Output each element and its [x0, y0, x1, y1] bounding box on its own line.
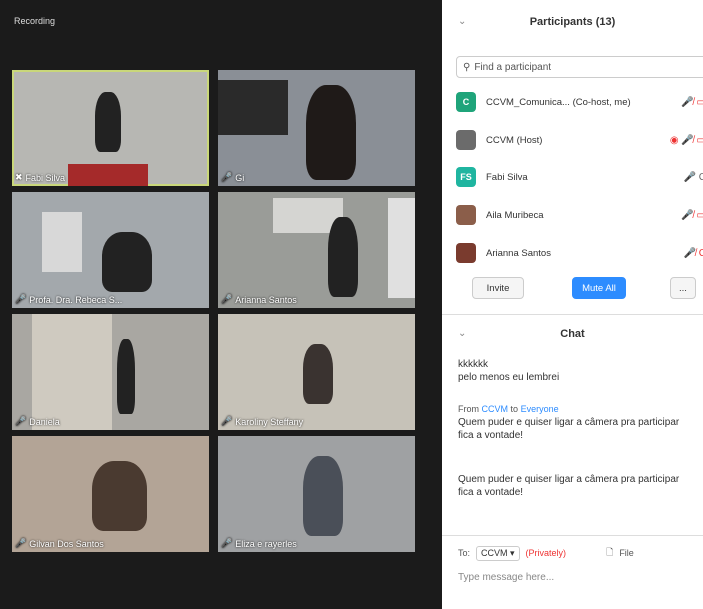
video-gallery: Recording ✖ Fabi Silva 🎤 Gi 🎤 Profa. Dra. R… [0, 0, 442, 609]
video-tile[interactable]: ✖ Fabi Silva [12, 70, 209, 186]
video-tile[interactable]: 🎤 Gilvan Dos Santos [12, 436, 209, 552]
mic-muted-icon[interactable]: ◉ 🎤̸ ▭ [670, 135, 703, 146]
person-silhouette [306, 85, 356, 180]
chat-message: Quem puder e quiser ligar a câmera pra p… [458, 474, 680, 498]
window [42, 212, 82, 272]
invite-button[interactable]: Invite [472, 277, 524, 299]
participant-row[interactable]: FS Fabi Silva 🎤 C [456, 165, 703, 189]
person-silhouette [95, 92, 121, 152]
tv-screen [218, 80, 288, 135]
search-input[interactable]: ⚲ Find a participant [456, 56, 703, 78]
participant-name: Gi [235, 172, 245, 183]
recording-indicator: Recording [14, 16, 56, 26]
person-silhouette [328, 217, 358, 297]
person-silhouette [102, 232, 152, 292]
mic-muted-icon: 🎤 [221, 172, 233, 182]
more-button[interactable]: ... [670, 277, 696, 299]
participants-header: ⌄ Participants (13) [442, 10, 703, 38]
mic-muted-icon: 🎤 [221, 538, 233, 548]
door [388, 198, 415, 298]
mic-muted-icon[interactable]: 🎤̸ ▭ [681, 210, 703, 221]
participant-name: Profa. Dra. Rebeca S... [29, 294, 123, 305]
mic-muted-icon[interactable]: 🎤̸ ▭ [681, 97, 703, 108]
file-icon[interactable]: 🗋 [606, 545, 613, 561]
mic-icon[interactable]: 🎤 C [684, 172, 703, 183]
video-tile[interactable]: 🎤 Daniela [12, 314, 209, 430]
chat-footer: To: CCVM ▾ (Privately) 🗋 File [458, 545, 703, 561]
person-silhouette [92, 461, 147, 531]
avatar: FS [456, 167, 476, 187]
participant-name: Karoliny Steffany [235, 416, 304, 427]
participant-row[interactable]: CCVM (Host) ◉ 🎤̸ ▭ [456, 128, 703, 152]
search-icon: ⚲ [463, 61, 471, 73]
avatar [456, 243, 476, 263]
participant-row[interactable]: C CCVM_Comunica... (Co-host, me) 🎤̸ ▭ [456, 90, 703, 114]
video-tile[interactable]: 🎤 Arianna Santos [218, 192, 415, 308]
video-tile[interactable]: 🎤 Profa. Dra. Rebeca S... [12, 192, 209, 308]
person-silhouette [303, 344, 333, 404]
mic-muted-icon: 🎤 [221, 294, 233, 304]
participant-name: Gilvan Dos Santos [29, 538, 104, 549]
participant-name: Eliza e rayerles [235, 538, 297, 549]
video-tile[interactable]: 🎤 Gi [218, 70, 415, 186]
participant-actions: Invite Mute All ... [442, 277, 703, 299]
mic-muted-icon: 🎤 [221, 416, 233, 426]
avatar: C [456, 92, 476, 112]
chat-message: From CCVM to Everyone Quem puder e quise… [458, 404, 680, 441]
person-silhouette [117, 339, 135, 414]
divider [442, 314, 703, 315]
mute-all-button[interactable]: Mute All [572, 277, 626, 299]
person-silhouette [303, 456, 343, 536]
mic-muted-icon: 🎤 [15, 294, 27, 304]
recipient-select[interactable]: CCVM ▾ [476, 545, 520, 561]
participant-name: Fabi Silva [25, 172, 66, 183]
participants-title: Participants (13) [529, 16, 616, 28]
mic-muted-icon: 🎤 [15, 538, 27, 548]
file-button[interactable]: File [619, 548, 634, 558]
mic-muted-icon: 🎤 [15, 416, 27, 426]
divider [442, 535, 703, 536]
mic-muted-icon[interactable]: 🎤̸ C [684, 248, 703, 259]
participant-row[interactable]: Arianna Santos 🎤̸ C [456, 241, 703, 265]
floor-mat [68, 164, 148, 186]
mic-muted-icon: ✖ [15, 172, 23, 182]
wall [32, 314, 112, 430]
avatar [456, 130, 476, 150]
side-panel: ⌄ Participants (13) ⚲ Find a participant… [442, 0, 703, 609]
participant-name: Daniela [29, 416, 60, 427]
participant-name: Arianna Santos [235, 294, 297, 305]
chat-title: Chat [560, 328, 585, 340]
avatar [456, 205, 476, 225]
video-tile[interactable]: 🎤 Eliza e rayerles [218, 436, 415, 552]
participant-row[interactable]: Aila Muribeca 🎤̸ ▭ [456, 203, 703, 227]
chat-message: kkkkkk pelo menos eu lembrei [458, 359, 560, 383]
chat-input[interactable]: Type message here... [458, 572, 554, 583]
video-tile[interactable]: 🎤 Karoliny Steffany [218, 314, 415, 430]
